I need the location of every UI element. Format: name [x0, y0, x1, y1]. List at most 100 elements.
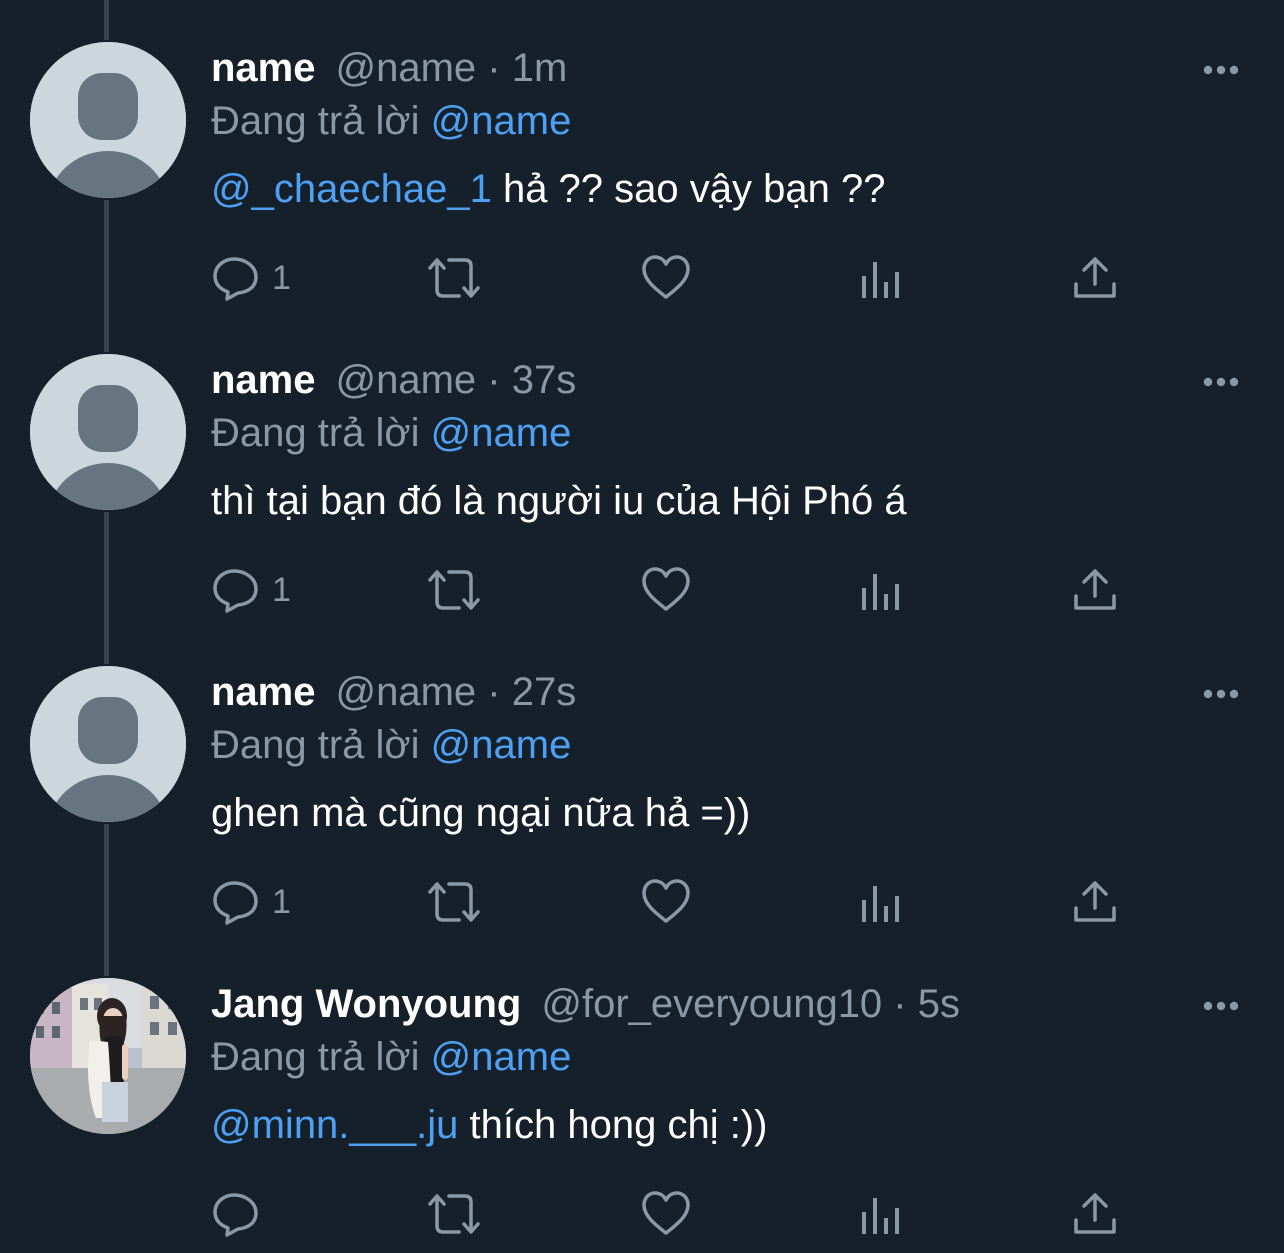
- like-button[interactable]: [641, 562, 691, 618]
- handle-timestamp[interactable]: @name · 1m: [336, 46, 568, 90]
- reply-button[interactable]: 1: [212, 874, 291, 930]
- handle-timestamp[interactable]: @name · 37s: [336, 358, 577, 402]
- tweet-text: @minn.___.ju thích hong chị :)): [211, 1098, 767, 1152]
- retweet-icon: [428, 258, 480, 298]
- views-button[interactable]: [859, 562, 903, 618]
- photo-avatar-icon: [30, 978, 186, 1134]
- tweet[interactable]: Jang Wonyoung @for_everyoung10 · 5s Đang …: [0, 936, 1284, 1248]
- reply-button[interactable]: [212, 1186, 272, 1242]
- reply-count: 1: [272, 258, 291, 297]
- tweet-text: ghen mà cũng ngại nữa hả =)): [211, 786, 750, 840]
- like-button[interactable]: [641, 1186, 691, 1242]
- tweet[interactable]: name @name · 37s Đang trả lời @name thì t…: [0, 312, 1284, 624]
- display-name[interactable]: name: [211, 358, 316, 402]
- retweet-icon: [428, 1194, 480, 1234]
- default-avatar-icon: [30, 42, 186, 198]
- reply-count: 1: [272, 570, 291, 609]
- share-button[interactable]: [1072, 1186, 1118, 1242]
- more-icon: [1203, 377, 1239, 387]
- share-icon: [1074, 881, 1116, 922]
- tweet-header: name @name · 1m: [211, 42, 567, 94]
- default-avatar-icon: [30, 666, 186, 822]
- reply-icon: [213, 257, 258, 301]
- tweet[interactable]: name @name · 27s Đang trả lời @name ghen …: [0, 624, 1284, 936]
- avatar[interactable]: [30, 978, 186, 1134]
- avatar[interactable]: [30, 42, 186, 198]
- replying-to-label: Đang trả lời: [211, 99, 420, 143]
- reply-count: 1: [272, 882, 291, 921]
- retweet-button[interactable]: [426, 562, 482, 618]
- views-button[interactable]: [859, 1186, 903, 1242]
- views-icon: [862, 262, 899, 298]
- share-icon: [1074, 1193, 1116, 1234]
- replying-to: Đang trả lời @name: [211, 408, 571, 458]
- reply-icon: [213, 569, 258, 613]
- like-button[interactable]: [641, 250, 691, 306]
- more-button[interactable]: [1196, 362, 1246, 402]
- retweet-button[interactable]: [426, 1186, 482, 1242]
- retweet-icon: [428, 570, 480, 610]
- reply-icon: [213, 1193, 258, 1237]
- tweet-mention[interactable]: @minn.___.ju: [211, 1103, 458, 1147]
- more-icon: [1203, 1001, 1239, 1011]
- more-button[interactable]: [1196, 50, 1246, 90]
- share-button[interactable]: [1072, 874, 1118, 930]
- more-button[interactable]: [1196, 674, 1246, 714]
- more-icon: [1203, 65, 1239, 75]
- tweet-actions: 1: [0, 562, 1284, 618]
- tweet-mention[interactable]: @_chaechae_1: [211, 167, 492, 211]
- share-button[interactable]: [1072, 250, 1118, 306]
- views-button[interactable]: [859, 874, 903, 930]
- replying-to-mention[interactable]: @name: [431, 99, 572, 143]
- retweet-button[interactable]: [426, 874, 482, 930]
- share-icon: [1074, 257, 1116, 298]
- tweet-text: thì tại bạn đó là người iu của Hội Phó á: [211, 474, 907, 528]
- replying-to-mention[interactable]: @name: [431, 411, 572, 455]
- display-name[interactable]: Jang Wonyoung: [211, 982, 521, 1026]
- heart-icon: [642, 255, 690, 299]
- tweet-body: ghen mà cũng ngại nữa hả =)): [211, 791, 751, 835]
- more-button[interactable]: [1196, 986, 1246, 1026]
- heart-icon: [642, 1191, 690, 1235]
- tweet-actions: 1: [0, 250, 1284, 306]
- replying-to-mention[interactable]: @name: [431, 723, 572, 767]
- replying-to-label: Đang trả lời: [211, 723, 420, 767]
- retweet-button[interactable]: [426, 250, 482, 306]
- tweet-body: thích hong chị :)): [458, 1103, 768, 1147]
- replying-to: Đang trả lời @name: [211, 1032, 571, 1082]
- reply-icon: [213, 881, 258, 925]
- share-button[interactable]: [1072, 562, 1118, 618]
- handle-timestamp[interactable]: @for_everyoung10 · 5s: [541, 982, 960, 1026]
- heart-icon: [642, 567, 690, 611]
- tweet-actions: 1: [0, 874, 1284, 930]
- replying-to-label: Đang trả lời: [211, 411, 420, 455]
- retweet-icon: [428, 882, 480, 922]
- avatar[interactable]: [30, 666, 186, 822]
- replying-to-mention[interactable]: @name: [431, 1035, 572, 1079]
- tweet[interactable]: name @name · 1m Đang trả lời @name @_chae…: [0, 0, 1284, 312]
- more-icon: [1203, 689, 1239, 699]
- handle-timestamp[interactable]: @name · 27s: [336, 670, 577, 714]
- reply-button[interactable]: 1: [212, 562, 291, 618]
- heart-icon: [642, 879, 690, 923]
- tweet-header: Jang Wonyoung @for_everyoung10 · 5s: [211, 978, 960, 1030]
- display-name[interactable]: name: [211, 670, 316, 714]
- avatar[interactable]: [30, 354, 186, 510]
- tweet-actions: [0, 1186, 1284, 1242]
- replying-to: Đang trả lời @name: [211, 96, 571, 146]
- tweet-header: name @name · 27s: [211, 666, 576, 718]
- like-button[interactable]: [641, 874, 691, 930]
- views-icon: [862, 1198, 899, 1234]
- share-icon: [1074, 569, 1116, 610]
- replying-to: Đang trả lời @name: [211, 720, 571, 770]
- reply-button[interactable]: 1: [212, 250, 291, 306]
- tweet-body: thì tại bạn đó là người iu của Hội Phó á: [211, 479, 907, 523]
- tweet-text: @_chaechae_1 hả ?? sao vậy bạn ??: [211, 162, 885, 216]
- replying-to-label: Đang trả lời: [211, 1035, 420, 1079]
- display-name[interactable]: name: [211, 46, 316, 90]
- default-avatar-icon: [30, 354, 186, 510]
- views-icon: [862, 574, 899, 610]
- views-button[interactable]: [859, 250, 903, 306]
- tweet-body: hả ?? sao vậy bạn ??: [491, 167, 886, 211]
- tweet-header: name @name · 37s: [211, 354, 576, 406]
